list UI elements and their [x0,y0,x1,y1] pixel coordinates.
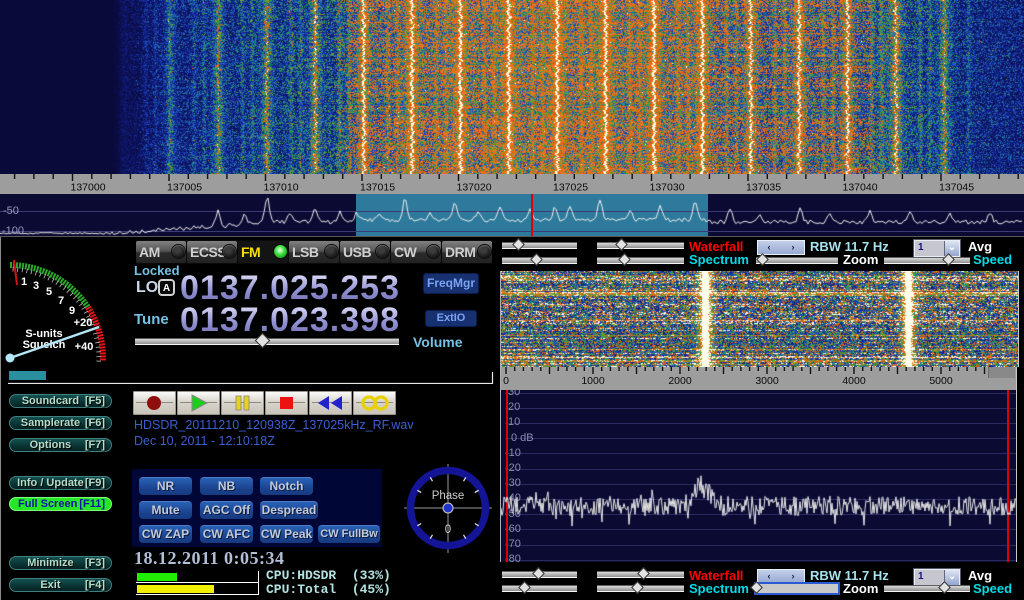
svg-text:5: 5 [46,286,52,298]
svg-text:0: 0 [503,375,509,387]
svg-text:5000: 5000 [929,375,953,387]
svg-text:137035: 137035 [746,182,781,194]
svg-text:137010: 137010 [264,182,299,194]
svg-text:137030: 137030 [650,182,685,194]
svg-text:4000: 4000 [842,375,866,387]
svg-text:3: 3 [33,280,39,292]
svg-text:Phase: Phase [432,490,465,502]
svg-text:+20: +20 [74,317,93,329]
svg-text:1000: 1000 [581,375,605,387]
svg-text:137040: 137040 [843,182,878,194]
svg-text:137015: 137015 [360,182,395,194]
svg-text:7: 7 [58,295,64,307]
svg-text:1: 1 [21,276,27,288]
svg-text:137045: 137045 [939,182,974,194]
svg-text:+40: +40 [75,341,94,353]
svg-text:137025: 137025 [553,182,588,194]
svg-text:3000: 3000 [755,375,779,387]
svg-text:0: 0 [445,524,451,536]
svg-text:137005: 137005 [167,182,202,194]
svg-text:137020: 137020 [457,182,492,194]
svg-text:9: 9 [69,305,75,317]
svg-text:2000: 2000 [668,375,692,387]
svg-text:137000: 137000 [71,182,106,194]
